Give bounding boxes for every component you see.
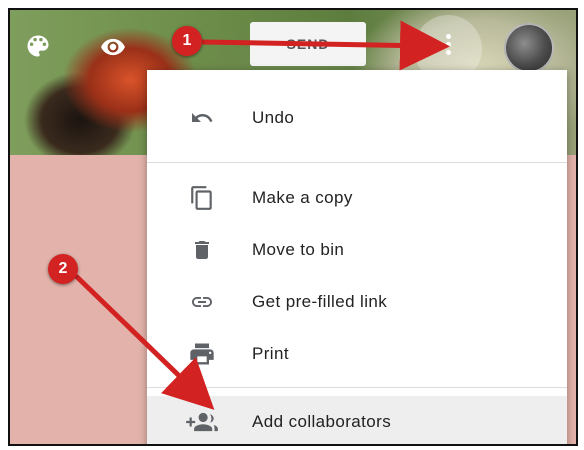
menu-item-label: Add collaborators: [252, 412, 392, 431]
menu-divider: [147, 387, 567, 388]
menu-item-add-collaborators[interactable]: Add collaborators: [147, 396, 567, 444]
print-icon: [185, 339, 219, 369]
copy-icon: [185, 183, 219, 213]
link-icon: [185, 287, 219, 317]
menu-item-label: Print: [252, 344, 289, 363]
palette-icon[interactable]: [24, 32, 52, 65]
add-people-icon: [185, 407, 219, 437]
eye-icon[interactable]: [98, 34, 128, 65]
send-button[interactable]: SEND: [250, 22, 366, 66]
more-options-menu: Undo Make a copy Move to bin Get pre-fil…: [147, 70, 567, 444]
menu-item-label: Get pre-filled link: [252, 292, 388, 311]
menu-item-print[interactable]: Print: [147, 328, 567, 380]
menu-item-get-pre-filled-link[interactable]: Get pre-filled link: [147, 276, 567, 328]
annotation-badge-1: 1: [172, 26, 202, 56]
menu-item-undo[interactable]: Undo: [147, 92, 567, 144]
menu-item-label: Undo: [252, 108, 295, 127]
undo-icon: [185, 103, 219, 133]
menu-item-label: Make a copy: [252, 188, 353, 207]
avatar[interactable]: [504, 23, 554, 73]
menu-item-move-to-bin[interactable]: Move to bin: [147, 224, 567, 276]
more-vert-icon[interactable]: [436, 28, 460, 60]
annotation-badge-2: 2: [48, 254, 78, 284]
menu-item-make-a-copy[interactable]: Make a copy: [147, 172, 567, 224]
menu-item-label: Move to bin: [252, 240, 345, 259]
screenshot-frame: SEND Undo Make a copy Move to bin Get pr…: [8, 8, 578, 446]
menu-divider: [147, 162, 567, 163]
trash-icon: [185, 235, 219, 265]
